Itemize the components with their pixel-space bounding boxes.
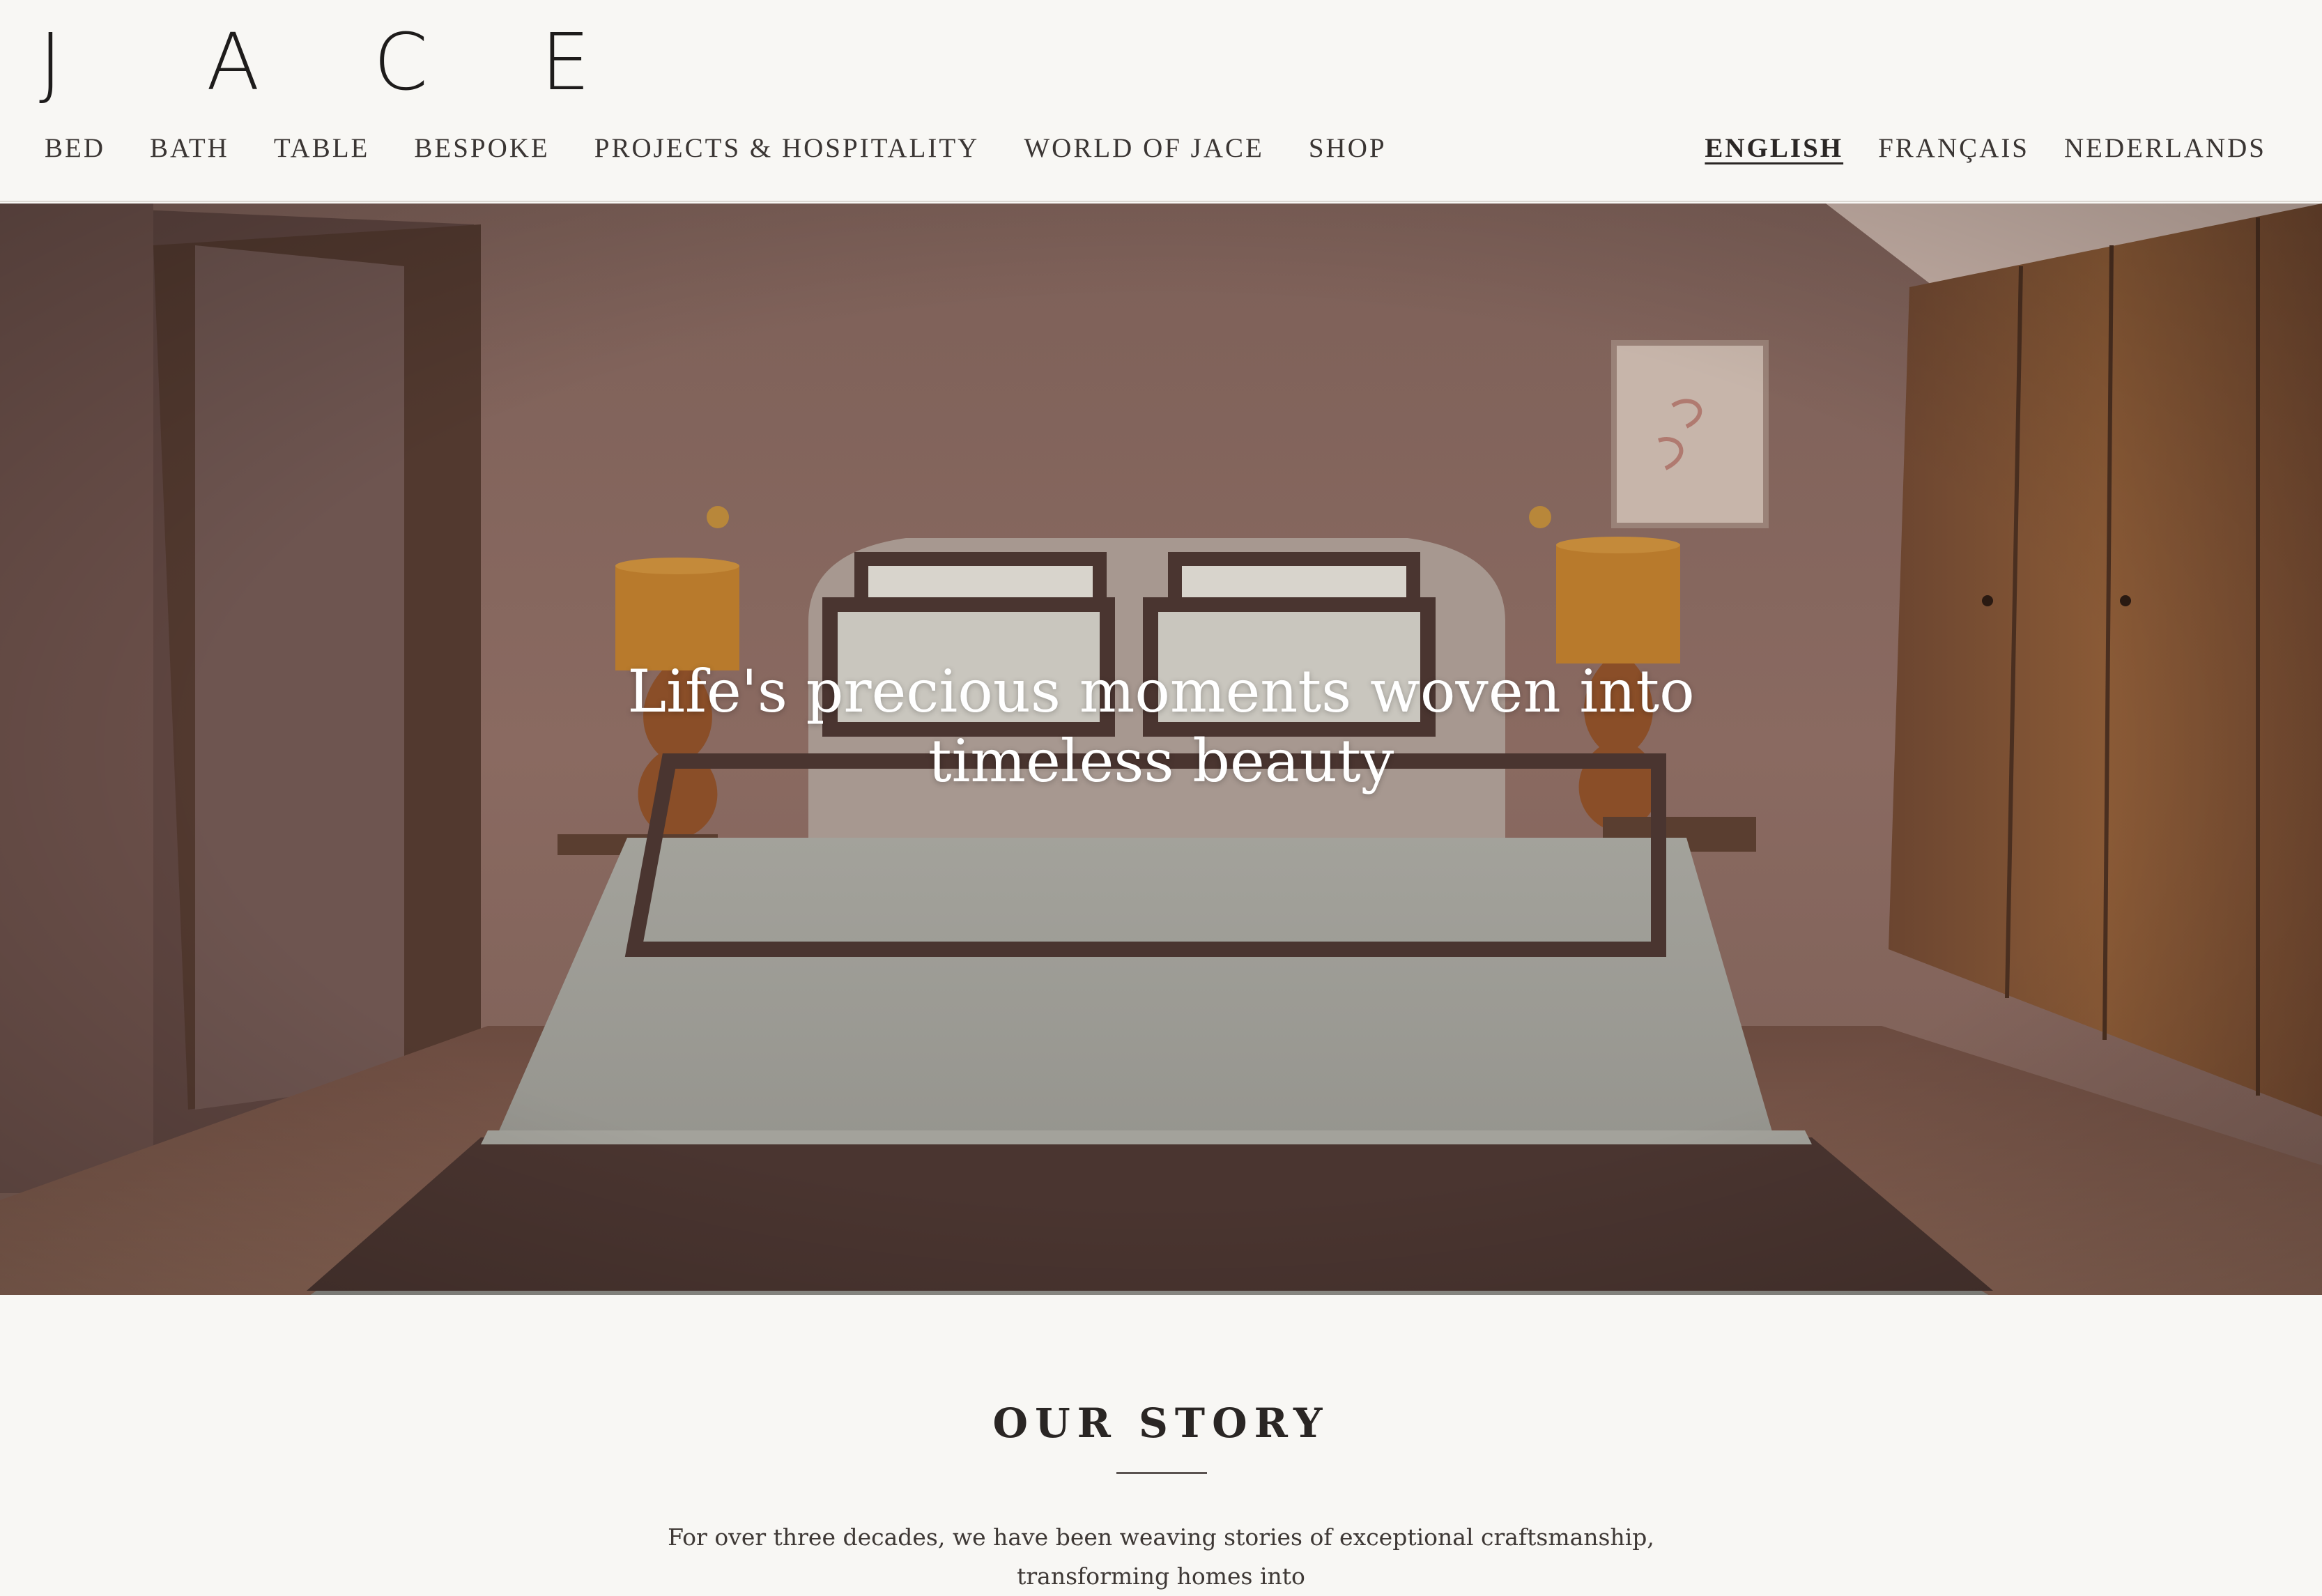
story-divider	[1116, 1472, 1207, 1474]
nav-item-bath[interactable]: BATH	[150, 132, 229, 164]
site-header: J A C E BED BATH TABLE BESPOKE PROJECTS …	[0, 0, 2322, 202]
story-heading: OUR STORY	[992, 1399, 1330, 1447]
lang-francais[interactable]: FRANÇAIS	[1878, 132, 2029, 164]
nav-item-table[interactable]: TABLE	[274, 132, 370, 164]
nav-item-bed[interactable]: BED	[45, 132, 105, 164]
hero-title-line2: timeless beauty	[928, 727, 1394, 795]
logo-letter: A	[206, 17, 260, 108]
brand-logo[interactable]: J A C E	[39, 14, 590, 112]
logo-letter: E	[541, 17, 590, 108]
hero-title: Life's precious moments woven into timel…	[0, 657, 2322, 796]
logo-letter: C	[374, 17, 429, 108]
nav-item-world-of-jace[interactable]: WORLD OF JACE	[1024, 132, 1264, 164]
nav-item-projects-hospitality[interactable]: PROJECTS & HOSPITALITY	[594, 132, 980, 164]
our-story-section: OUR STORY For over three decades, we hav…	[0, 1295, 2322, 1590]
nav-item-bespoke[interactable]: BESPOKE	[414, 132, 549, 164]
hero-title-line1: Life's precious moments woven into	[627, 657, 1695, 726]
logo-letter: J	[39, 17, 63, 108]
story-paragraph: For over three decades, we have been wea…	[668, 1524, 1654, 1590]
lang-english[interactable]: ENGLISH	[1705, 132, 1843, 164]
lang-nederlands[interactable]: NEDERLANDS	[2064, 132, 2266, 164]
hero-section: Life's precious moments woven into timel…	[0, 204, 2322, 1295]
nav-item-shop[interactable]: SHOP	[1309, 132, 1387, 164]
main-nav: BED BATH TABLE BESPOKE PROJECTS & HOSPIT…	[45, 132, 1387, 164]
language-switcher: ENGLISH FRANÇAIS NEDERLANDS	[1705, 132, 2266, 164]
